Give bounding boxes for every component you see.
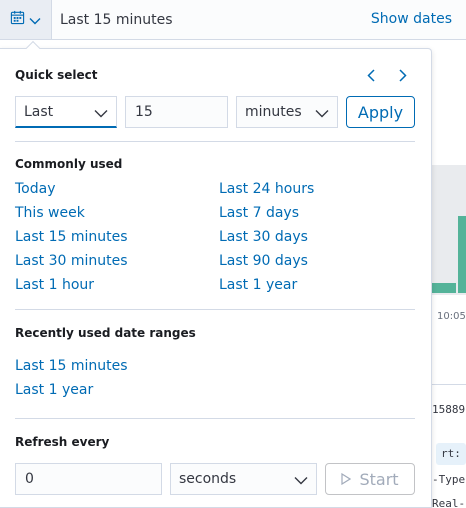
quick-direction-select[interactable]: Last [15,96,117,128]
commonly-used-link[interactable]: Last 90 days [219,253,308,269]
next-range-button[interactable] [393,66,413,86]
chevron-down-icon [315,106,329,122]
commonly-used-link[interactable]: Last 15 minutes [15,229,128,245]
start-label: Start [359,469,399,489]
quick-unit-value: minutes [245,104,302,120]
chevron-down-icon [94,106,108,122]
commonly-used-link[interactable]: Last 1 hour [15,277,94,293]
play-icon [341,470,352,489]
start-refresh-button[interactable]: Start [325,463,415,495]
refresh-unit-value: seconds [179,471,237,487]
quick-direction-value: Last [24,103,54,120]
background-chart-bar [432,283,456,293]
section-divider [15,141,415,142]
chevron-right-icon [399,67,407,86]
show-dates-link[interactable]: Show dates [371,11,452,27]
background-divider [432,384,466,385]
recent-range-link[interactable]: Last 1 year [15,382,93,398]
commonly-used-link[interactable]: Last 30 minutes [15,253,128,269]
commonly-used-link[interactable]: Last 7 days [219,205,299,221]
refresh-interval-input[interactable]: 0 [15,463,162,495]
background-text-line: Real- [432,497,466,508]
commonly-used-title: Commonly used [15,157,123,171]
refresh-unit-select[interactable]: seconds [170,463,317,495]
recently-used-title: Recently used date ranges [15,326,196,340]
date-picker-bar: Last 15 minutes Show dates [0,0,466,40]
background-field-chip: rt: [436,443,466,465]
recent-range-link[interactable]: Last 15 minutes [15,358,128,374]
calendar-icon [10,10,25,29]
quick-unit-select[interactable]: minutes [236,96,338,128]
chevron-down-icon [29,10,41,29]
background-id-text: 15889( [432,403,466,416]
previous-range-button[interactable] [361,66,381,86]
commonly-used-link[interactable]: Today [15,181,56,197]
chevron-left-icon [367,67,375,86]
quick-amount-input[interactable]: 15 [125,96,228,128]
quick-select-title: Quick select [15,68,98,82]
commonly-used-link[interactable]: Last 30 days [219,229,308,245]
background-text-line: -Type [432,473,466,486]
background-chart-bar [458,216,466,293]
commonly-used-link[interactable]: This week [15,205,85,221]
current-range-label: Last 15 minutes [60,11,173,28]
commonly-used-link[interactable]: Last 1 year [219,277,297,293]
background-axis-label: 10:05: [437,311,466,322]
refresh-every-title: Refresh every [15,435,110,449]
chevron-down-icon [294,473,308,489]
commonly-used-link[interactable]: Last 24 hours [219,181,314,197]
apply-button[interactable]: Apply [346,96,415,128]
section-divider [15,309,415,310]
quick-menu-button[interactable] [0,0,52,39]
section-divider [15,418,415,419]
